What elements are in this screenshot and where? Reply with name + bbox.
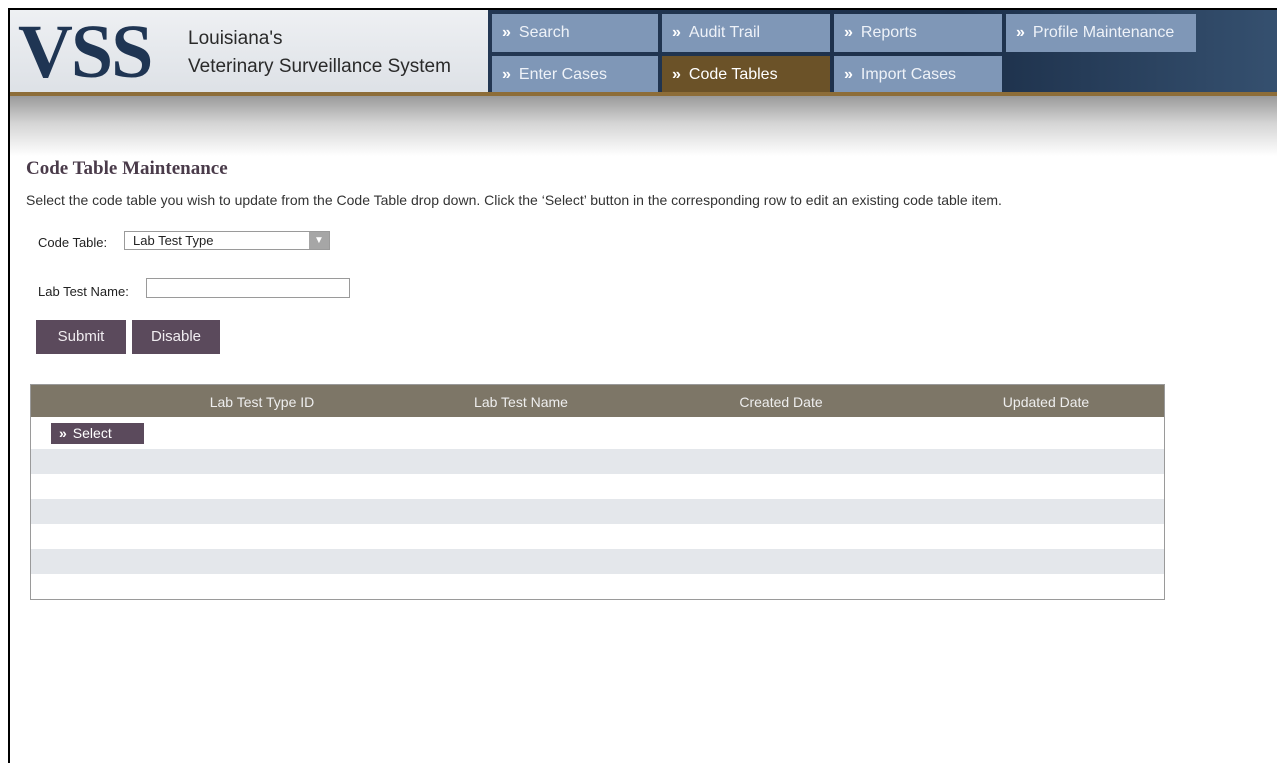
code-table-select[interactable]: Lab Test Type ▼ (124, 231, 330, 250)
column-header-created-date: Created Date (739, 394, 823, 410)
header-shadow (10, 96, 1277, 156)
double-chevron-right-icon: » (1016, 24, 1025, 41)
nav-tab-label: Audit Trail (688, 24, 761, 41)
nav-tab-enter-cases[interactable]: » Enter Cases (492, 56, 658, 94)
chevron-down-icon[interactable]: ▼ (309, 232, 329, 249)
double-chevron-right-icon: » (672, 66, 681, 83)
column-header-lab-test-type-id: Lab Test Type ID (209, 394, 315, 410)
double-chevron-right-icon: » (844, 66, 853, 83)
nav-tab-reports[interactable]: » Reports (834, 14, 1002, 52)
page-instructions: Select the code table you wish to update… (26, 192, 1002, 208)
logo-subtitle-line2: Veterinary Surveillance System (188, 56, 451, 77)
nav-tab-profile-maintenance[interactable]: » Profile Maintenance (1006, 14, 1196, 52)
app-frame: VSS Louisiana's Veterinary Surveillance … (8, 8, 1277, 763)
column-header-lab-test-name: Lab Test Name (474, 394, 568, 410)
row-select-label: Select (72, 425, 112, 441)
disable-button[interactable]: Disable (132, 320, 220, 354)
table-row (31, 524, 1164, 549)
code-table-grid: Lab Test Type ID Lab Test Name Created D… (30, 384, 1165, 600)
nav-tab-label: Code Tables (688, 66, 778, 83)
submit-button[interactable]: Submit (36, 320, 126, 354)
nav-tab-audit-trail[interactable]: » Audit Trail (662, 14, 830, 52)
header: VSS Louisiana's Veterinary Surveillance … (10, 10, 1277, 94)
table-row (31, 474, 1164, 499)
table-row (31, 549, 1164, 574)
table-row (31, 449, 1164, 474)
double-chevron-right-icon: » (59, 425, 67, 441)
nav-tab-search[interactable]: » Search (492, 14, 658, 52)
vss-logo: VSS (18, 10, 153, 94)
nav-tab-label: Enter Cases (518, 66, 607, 83)
column-header-updated-date: Updated Date (1002, 394, 1090, 410)
nav-tab-label: Profile Maintenance (1032, 24, 1175, 41)
row-select-button[interactable]: » Select (51, 423, 144, 444)
table-row: » Select (31, 419, 1164, 444)
nav-tab-label: Import Cases (860, 66, 957, 83)
code-table-selected-value: Lab Test Type (133, 233, 214, 248)
double-chevron-right-icon: » (844, 24, 853, 41)
lab-test-name-input[interactable] (146, 278, 350, 298)
page-title: Code Table Maintenance (26, 158, 228, 179)
lab-test-name-label: Lab Test Name: (38, 284, 129, 299)
double-chevron-right-icon: » (502, 66, 511, 83)
nav-tab-label: Search (518, 24, 570, 41)
logo-subtitle-line1: Louisiana's (188, 28, 283, 49)
table-row (31, 499, 1164, 524)
double-chevron-right-icon: » (502, 24, 511, 41)
nav-tab-import-cases[interactable]: » Import Cases (834, 56, 1002, 94)
code-table-label: Code Table: (38, 235, 108, 250)
double-chevron-right-icon: » (672, 24, 681, 41)
nav-tab-label: Reports (860, 24, 917, 41)
nav-tab-code-tables[interactable]: » Code Tables (662, 56, 830, 92)
grid-header: Lab Test Type ID Lab Test Name Created D… (31, 385, 1164, 417)
